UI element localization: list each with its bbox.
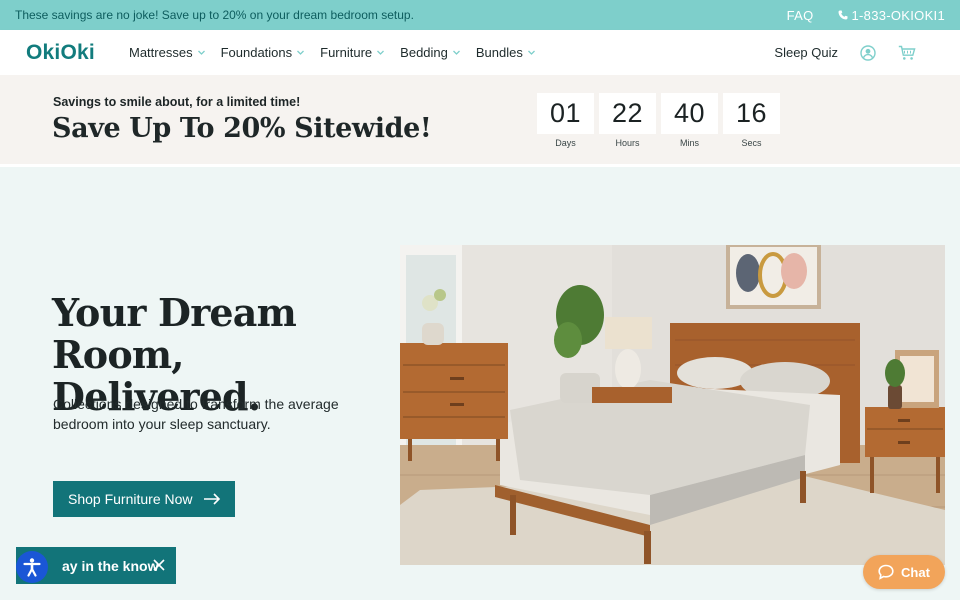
hero-description: Collections designed to transform the av… bbox=[53, 396, 339, 432]
countdown-value: 40 bbox=[661, 93, 718, 134]
countdown-days: 01 Days bbox=[537, 93, 594, 148]
countdown-secs: 16 Secs bbox=[723, 93, 780, 148]
announcement-bar: These savings are no joke! Save up to 20… bbox=[0, 0, 960, 30]
countdown-mins: 40 Mins bbox=[661, 93, 718, 148]
accessibility-icon bbox=[23, 558, 41, 577]
nav-item-furniture[interactable]: Furniture bbox=[320, 45, 385, 60]
cart-icon[interactable] bbox=[898, 45, 916, 61]
nav-item-label: Furniture bbox=[320, 45, 373, 60]
countdown-hours: 22 Hours bbox=[599, 93, 656, 148]
phone-link[interactable]: 1-833-OKIOKI1 bbox=[838, 8, 946, 23]
header-actions: Sleep Quiz bbox=[774, 44, 916, 61]
nav-item-label: Mattresses bbox=[129, 45, 193, 60]
chat-bubble-icon bbox=[878, 564, 894, 580]
nav-item-foundations[interactable]: Foundations bbox=[221, 45, 306, 60]
promo-title: Save Up To 20% Sitewide! bbox=[52, 113, 432, 144]
faq-link[interactable]: FAQ bbox=[787, 8, 814, 23]
countdown-label: Mins bbox=[679, 138, 699, 148]
main-nav: Mattresses Foundations Furniture Bedding… bbox=[129, 45, 536, 60]
sleep-quiz-link[interactable]: Sleep Quiz bbox=[774, 45, 838, 60]
countdown-timer: 01 Days 22 Hours 40 Mins 16 Secs bbox=[537, 93, 780, 148]
nav-item-label: Bedding bbox=[400, 45, 448, 60]
site-header: OkiOki Mattresses Foundations Furniture … bbox=[0, 30, 960, 75]
countdown-label: Hours bbox=[615, 138, 640, 148]
accessibility-button[interactable] bbox=[16, 551, 48, 583]
countdown-label: Secs bbox=[741, 138, 762, 148]
countdown-label: Days bbox=[555, 138, 576, 148]
promo-banner: Savings to smile about, for a limited ti… bbox=[0, 75, 960, 167]
nav-item-bedding[interactable]: Bedding bbox=[400, 45, 461, 60]
nav-item-label: Foundations bbox=[220, 45, 293, 60]
countdown-value: 16 bbox=[723, 93, 780, 134]
countdown-value: 22 bbox=[599, 93, 656, 134]
bedroom-illustration bbox=[400, 245, 945, 565]
announcement-text: These savings are no joke! Save up to 20… bbox=[15, 8, 414, 22]
nav-item-mattresses[interactable]: Mattresses bbox=[129, 45, 206, 60]
chevron-down-icon bbox=[452, 50, 460, 55]
countdown-value: 01 bbox=[537, 93, 594, 134]
chevron-down-icon bbox=[197, 50, 205, 55]
nav-item-label: Bundles bbox=[475, 45, 523, 60]
account-icon[interactable] bbox=[860, 44, 876, 61]
stay-in-the-know-label: ay in the know bbox=[62, 557, 159, 574]
chevron-down-icon bbox=[527, 50, 535, 55]
shop-furniture-button[interactable]: Shop Furniture Now bbox=[53, 481, 235, 517]
close-icon[interactable] bbox=[152, 558, 166, 572]
chat-label: Chat bbox=[901, 564, 930, 580]
chevron-down-icon bbox=[297, 50, 305, 55]
nav-item-bundles[interactable]: Bundles bbox=[476, 45, 536, 60]
phone-number: 1-833-OKIOKI1 bbox=[851, 7, 945, 23]
chat-button[interactable]: Chat bbox=[863, 555, 945, 589]
bedroom-photo bbox=[400, 245, 945, 565]
chevron-down-icon bbox=[377, 50, 385, 55]
logo[interactable]: OkiOki bbox=[26, 41, 129, 65]
arrow-right-icon bbox=[203, 493, 220, 505]
promo-subtitle: Savings to smile about, for a limited ti… bbox=[53, 95, 301, 109]
phone-icon bbox=[838, 10, 847, 20]
announcement-links: FAQ 1-833-OKIOKI1 bbox=[787, 8, 945, 23]
shop-furniture-label: Shop Furniture Now bbox=[68, 491, 193, 507]
